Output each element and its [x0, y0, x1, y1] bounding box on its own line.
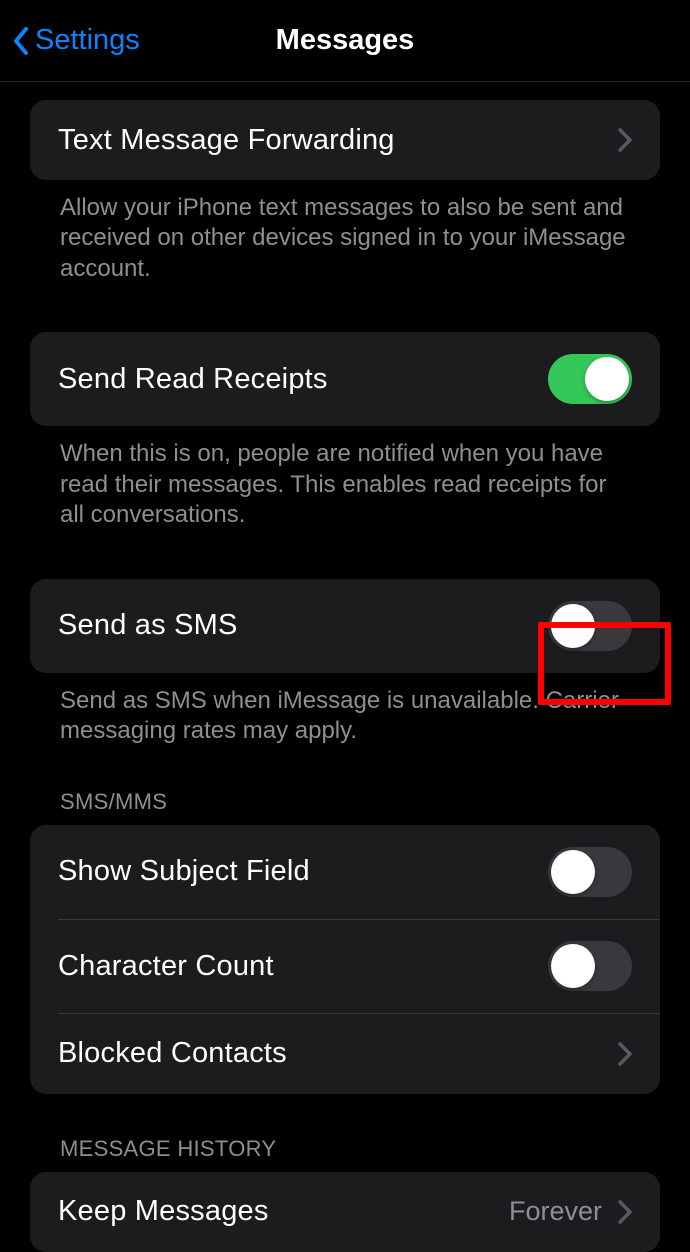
read-receipts-group: Send Read Receipts — [30, 332, 660, 426]
chevron-right-icon — [618, 1042, 632, 1066]
row-label: Send as SMS — [58, 609, 238, 642]
sms-mms-group: Show Subject Field Character Count Block… — [30, 825, 660, 1094]
text-message-forwarding-row[interactable]: Text Message Forwarding — [30, 100, 660, 180]
row-label: Character Count — [58, 950, 274, 983]
send-as-sms-toggle[interactable] — [548, 601, 632, 651]
message-history-section-header: MESSAGE HISTORY — [30, 1094, 660, 1172]
send-read-receipts-row[interactable]: Send Read Receipts — [30, 332, 660, 426]
text-forwarding-group: Text Message Forwarding — [30, 100, 660, 180]
row-label: Keep Messages — [58, 1195, 269, 1228]
toggle-knob — [551, 850, 595, 894]
send-read-receipts-toggle[interactable] — [548, 354, 632, 404]
keep-messages-row[interactable]: Keep Messages Forever — [30, 1172, 660, 1252]
read-receipts-footer: When this is on, people are notified whe… — [30, 426, 660, 530]
toggle-knob — [585, 357, 629, 401]
send-as-sms-footer: Send as SMS when iMessage is unavailable… — [30, 673, 660, 747]
toggle-knob — [551, 944, 595, 988]
toggle-knob — [551, 604, 595, 648]
character-count-row[interactable]: Character Count — [30, 919, 660, 1013]
row-detail-container: Forever — [509, 1196, 632, 1227]
show-subject-field-toggle[interactable] — [548, 847, 632, 897]
row-label: Text Message Forwarding — [58, 124, 395, 157]
row-label: Show Subject Field — [58, 855, 310, 888]
navigation-bar: Settings Messages — [0, 0, 690, 82]
keep-messages-value: Forever — [509, 1196, 602, 1227]
send-as-sms-row[interactable]: Send as SMS — [30, 579, 660, 673]
sms-mms-section-header: SMS/MMS — [30, 747, 660, 825]
send-as-sms-group: Send as SMS — [30, 579, 660, 673]
content-scroll[interactable]: Text Message Forwarding Allow your iPhon… — [0, 100, 690, 1252]
text-forwarding-footer: Allow your iPhone text messages to also … — [30, 180, 660, 284]
blocked-contacts-row[interactable]: Blocked Contacts — [30, 1014, 660, 1094]
chevron-right-icon — [618, 128, 632, 152]
character-count-toggle[interactable] — [548, 941, 632, 991]
show-subject-field-row[interactable]: Show Subject Field — [30, 825, 660, 919]
message-history-group: Keep Messages Forever — [30, 1172, 660, 1252]
chevron-left-icon — [12, 25, 32, 57]
chevron-right-icon — [618, 1200, 632, 1224]
row-label: Send Read Receipts — [58, 363, 328, 396]
row-label: Blocked Contacts — [58, 1037, 287, 1070]
back-label: Settings — [35, 24, 140, 57]
back-button[interactable]: Settings — [12, 24, 140, 57]
